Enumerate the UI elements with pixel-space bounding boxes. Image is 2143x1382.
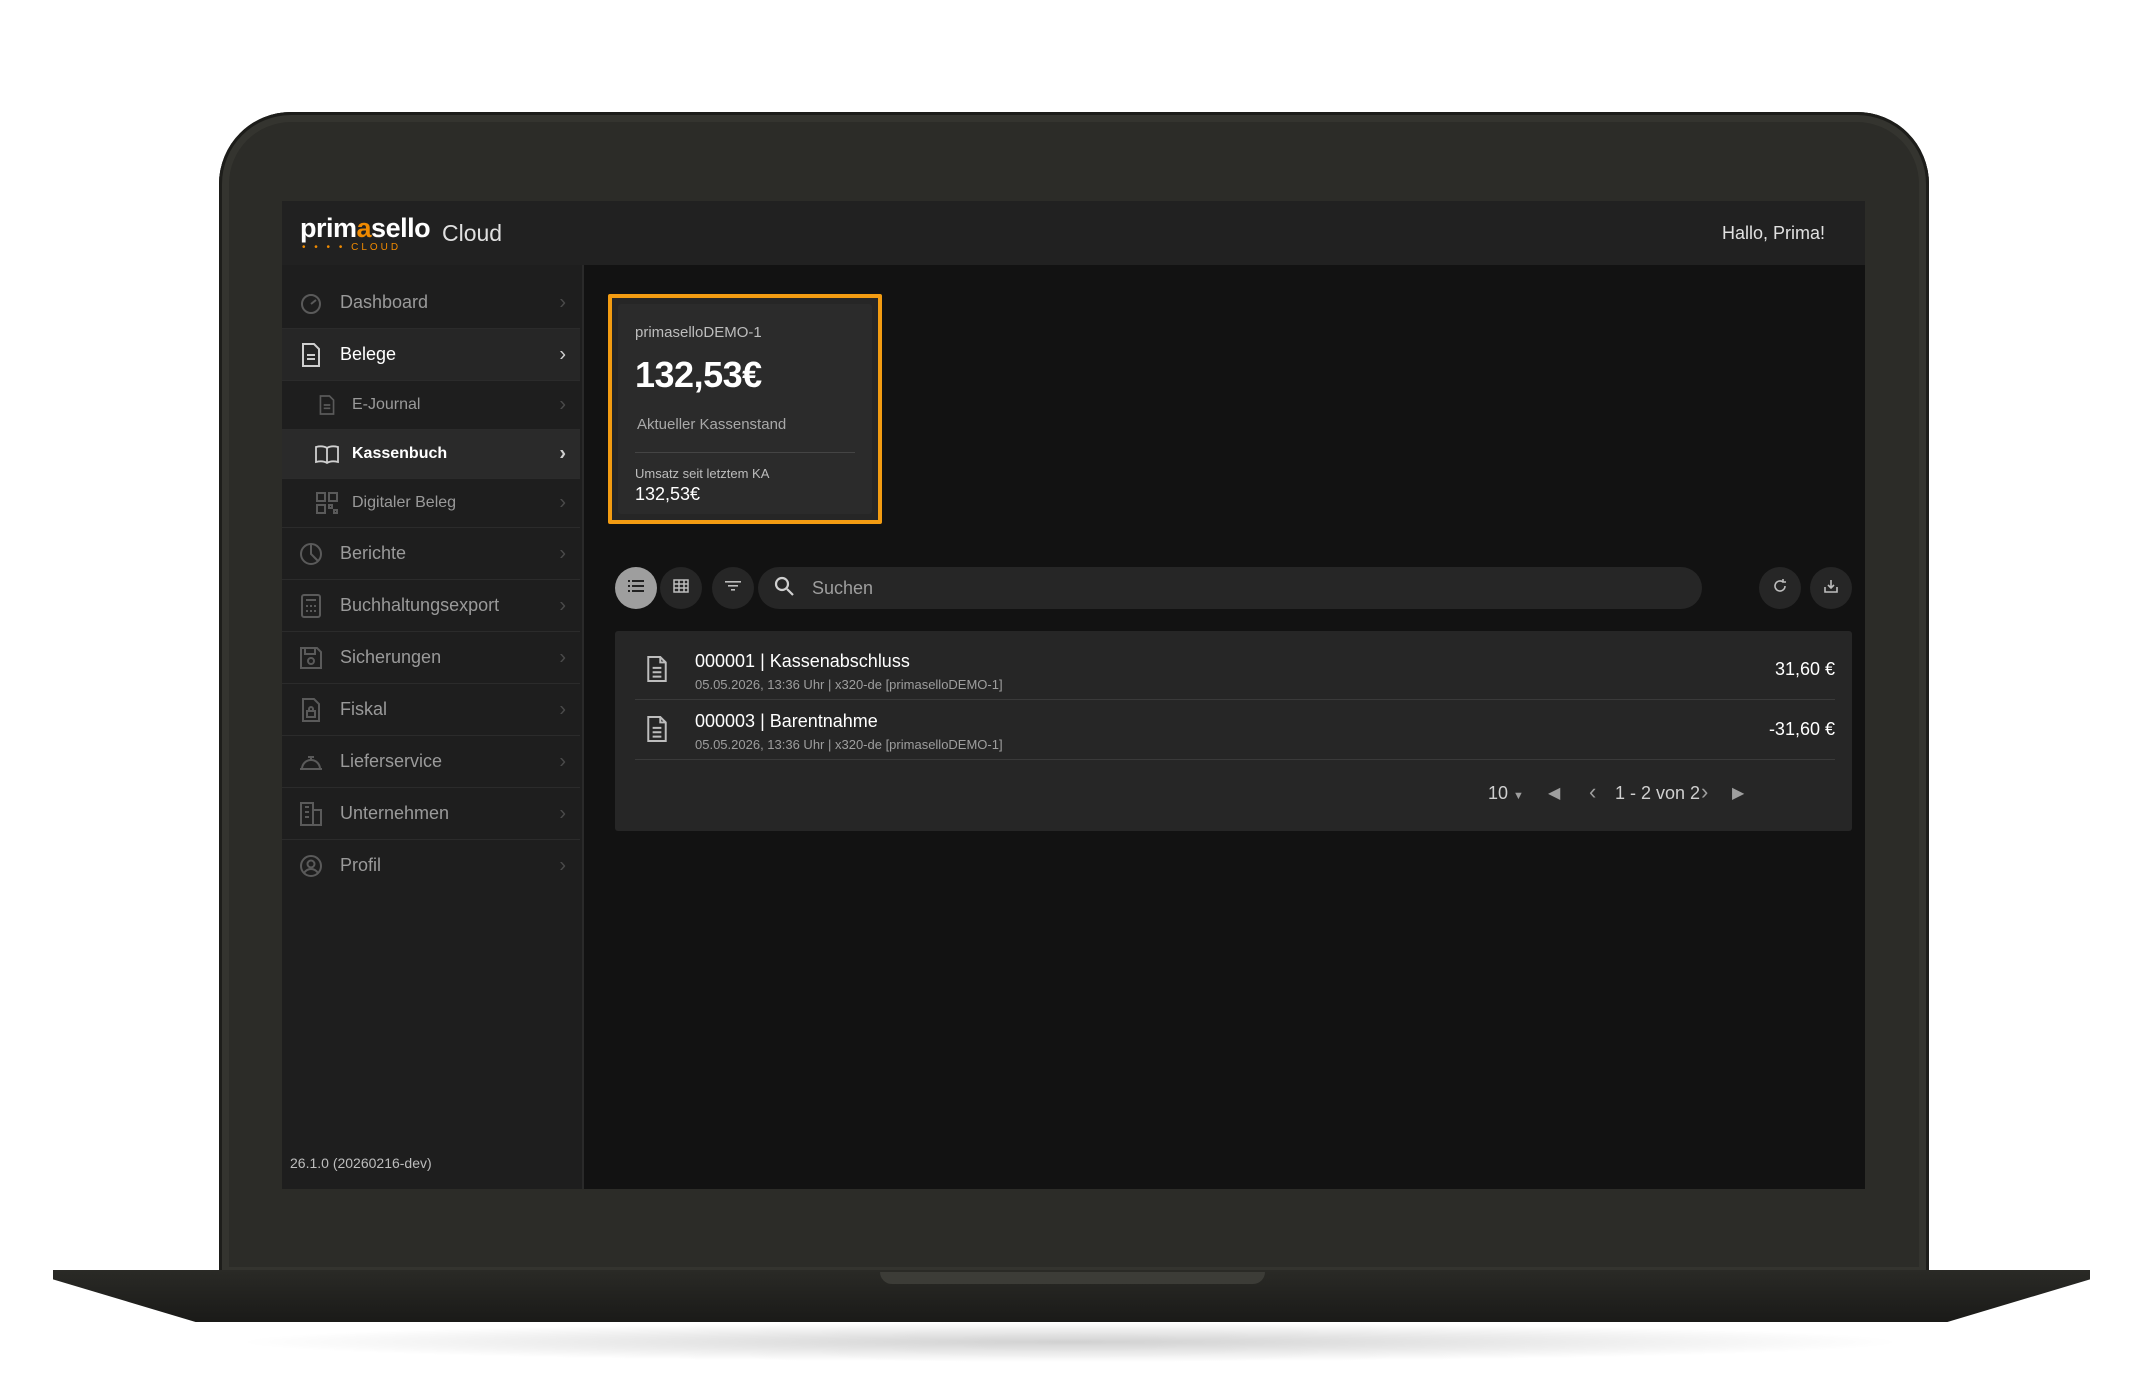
sidebar-item-lieferservice[interactable]: Lieferservice › [282, 736, 580, 788]
chevron-right-icon: › [559, 802, 566, 824]
download-icon [1823, 578, 1839, 599]
calculator-icon [298, 593, 324, 619]
sidebar-item-label: Kassenbuch [352, 445, 448, 462]
sidebar-item-label: E-Journal [352, 396, 421, 413]
download-button[interactable] [1810, 567, 1852, 609]
search-placeholder: Suchen [812, 577, 874, 598]
chevron-right-icon: › [559, 854, 566, 876]
pagination: 10 ▼ ◀ ‹ 1 - 2 von 2 › ▶ [615, 773, 1852, 813]
sidebar-item-digitaler-beleg[interactable]: Digitaler Beleg › [282, 479, 580, 528]
card-divider [635, 452, 855, 453]
entry-title: 000001 | Kassenabschluss [695, 651, 910, 671]
balance-caption: Aktueller Kassenstand [637, 416, 787, 433]
save-icon [298, 645, 324, 671]
list-icon [628, 579, 644, 598]
search-icon [774, 576, 794, 601]
revenue-value: 132,53€ [635, 484, 701, 504]
chevron-right-icon: › [559, 542, 566, 564]
sidebar-item-label: Lieferservice [340, 751, 443, 771]
delivery-icon [298, 749, 324, 775]
sidebar-item-label: Dashboard [340, 292, 429, 312]
sidebar-item-profil[interactable]: Profil › [282, 840, 580, 891]
laptop-shadow [230, 1322, 1910, 1362]
next-page-icon[interactable]: › [1701, 779, 1708, 805]
list-item[interactable]: 000001 | Kassenabschluss 05.05.2026, 13:… [635, 639, 1835, 700]
entry-amount: 31,60 € [1774, 659, 1835, 679]
document-icon [298, 342, 324, 368]
dashboard-icon [298, 290, 324, 316]
sidebar-item-label: Profil [340, 855, 382, 875]
search-input[interactable]: Suchen [758, 567, 1702, 609]
chevron-right-icon: › [559, 594, 566, 616]
entry-amount: -31,60 € [1768, 719, 1835, 739]
table-view-button[interactable] [660, 567, 702, 609]
register-summary-card[interactable]: primaselloDEMO-1 132,53€ Aktueller Kasse… [608, 294, 882, 524]
pie-chart-icon [298, 541, 324, 567]
previous-page-icon[interactable]: ‹ [1589, 779, 1596, 805]
chevron-right-icon: › [559, 750, 566, 772]
sidebar-item-berichte[interactable]: Berichte › [282, 528, 580, 580]
lock-document-icon [298, 697, 324, 723]
refresh-button[interactable] [1759, 567, 1801, 609]
top-bar: primasello • • • • CLOUD Cloud Hallo, Pr… [282, 201, 1865, 265]
list-toolbar: Suchen [615, 567, 1852, 609]
sidebar-item-label: Digitaler Beleg [352, 494, 457, 511]
caret-down-icon: ▼ [1513, 790, 1524, 802]
chevron-right-icon: › [559, 343, 566, 365]
laptop-notch [880, 1272, 1265, 1284]
chevron-right-icon: › [559, 646, 566, 668]
user-greeting[interactable]: Hallo, Prima! [1722, 223, 1825, 244]
sidebar-item-kassenbuch[interactable]: Kassenbuch › [282, 430, 580, 479]
entry-title: 000003 | Barentnahme [695, 711, 878, 731]
entry-meta: 05.05.2026, 13:36 Uhr | x320-de [primase… [695, 677, 1003, 692]
entries-list: 000001 | Kassenabschluss 05.05.2026, 13:… [615, 631, 1852, 831]
card-body: primaselloDEMO-1 132,53€ Aktueller Kasse… [618, 304, 872, 514]
chevron-right-icon: › [559, 393, 566, 416]
revenue-label: Umsatz seit letztem KA [635, 466, 770, 481]
sidebar-item-label: Sicherungen [340, 647, 442, 667]
app-version: 26.1.0 (20260216-dev) [290, 1155, 432, 1171]
sidebar: Dashboard › Belege › E-Journal › Kassenb… [282, 265, 584, 1189]
chevron-right-icon: › [559, 291, 566, 313]
document-icon [314, 392, 340, 418]
last-page-icon[interactable]: ▶ [1732, 783, 1744, 803]
app-screen: primasello • • • • CLOUD Cloud Hallo, Pr… [282, 201, 1865, 1189]
brand-logo[interactable]: primasello • • • • CLOUD [300, 215, 431, 254]
entry-meta: 05.05.2026, 13:36 Uhr | x320-de [primase… [695, 737, 1003, 752]
sidebar-item-label: Buchhaltungsexport [340, 595, 500, 615]
register-name: primaselloDEMO-1 [635, 324, 762, 341]
document-icon [645, 655, 669, 688]
chevron-right-icon: › [559, 442, 566, 465]
current-balance: 132,53€ [635, 354, 762, 395]
sidebar-item-label: Belege [340, 344, 397, 364]
page-range: 1 - 2 von 2 [1615, 783, 1701, 803]
list-item[interactable]: 000003 | Barentnahme 05.05.2026, 13:36 U… [635, 699, 1835, 760]
sidebar-item-label: Fiskal [340, 699, 388, 719]
qr-code-icon [314, 490, 340, 516]
filter-button[interactable] [712, 567, 754, 609]
sidebar-item-label: Berichte [340, 543, 407, 563]
book-icon [314, 441, 340, 467]
refresh-icon [1772, 578, 1788, 599]
app-name: Cloud [442, 220, 503, 246]
first-page-icon[interactable]: ◀ [1548, 783, 1560, 803]
sidebar-item-buchhaltungsexport[interactable]: Buchhaltungsexport › [282, 580, 580, 632]
table-icon [673, 578, 689, 598]
sidebar-item-unternehmen[interactable]: Unternehmen › [282, 788, 580, 840]
sidebar-item-e-journal[interactable]: E-Journal › [282, 381, 580, 430]
list-view-button[interactable] [615, 567, 657, 609]
user-icon [298, 853, 324, 879]
building-icon [298, 801, 324, 827]
sidebar-item-dashboard[interactable]: Dashboard › [282, 277, 580, 329]
sidebar-item-belege[interactable]: Belege › [282, 329, 580, 381]
page-size-select[interactable]: 10 ▼ [1488, 783, 1524, 804]
document-icon [645, 715, 669, 748]
chevron-right-icon: › [559, 698, 566, 720]
chevron-right-icon: › [559, 491, 566, 514]
filter-icon [725, 579, 741, 597]
sidebar-item-sicherungen[interactable]: Sicherungen › [282, 632, 580, 684]
sidebar-item-label: Unternehmen [340, 803, 450, 823]
sidebar-item-fiskal[interactable]: Fiskal › [282, 684, 580, 736]
